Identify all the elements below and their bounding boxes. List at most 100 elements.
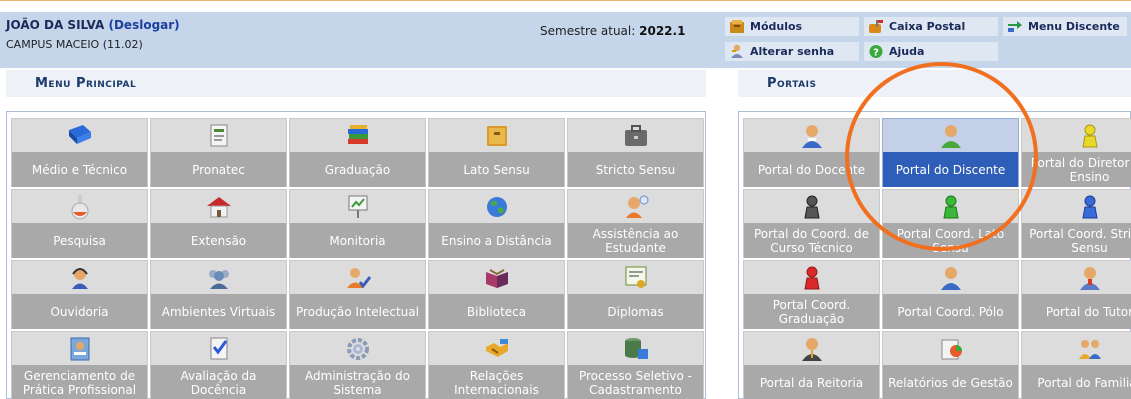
document-icon xyxy=(151,121,286,151)
menu-principal-title: Menu Principal xyxy=(35,76,137,91)
tile-label: Ouvidoria xyxy=(12,294,147,329)
user-icon xyxy=(883,263,1018,293)
tile-label: Ensino a Distância xyxy=(429,223,564,258)
house-icon xyxy=(151,192,286,222)
blue-pawn-icon xyxy=(1022,192,1131,222)
id-card-icon xyxy=(12,334,147,364)
tile-graduacao[interactable]: Graduação xyxy=(289,118,426,187)
book-icon xyxy=(12,121,147,151)
user-key-icon xyxy=(729,44,745,59)
tile-label: Portal do Coord. de Curso Técnico xyxy=(744,223,879,258)
tile-label: Stricto Sensu xyxy=(568,152,703,187)
tile-portal-do-diretor-de-ensino[interactable]: Portal do Diretor de Ensino xyxy=(1021,118,1131,187)
mailbox-icon xyxy=(868,19,884,34)
tile-ambientes-virtuais[interactable]: Ambientes Virtuais xyxy=(150,260,287,329)
tile-label: Portal do Diretor de Ensino xyxy=(1022,152,1131,187)
tile-label: Pesquisa xyxy=(12,223,147,258)
globe-icon xyxy=(429,192,564,222)
modulos-link[interactable]: Módulos xyxy=(725,17,859,36)
tile-avaliacao-da-docencia[interactable]: Avaliação da Docência xyxy=(150,331,287,399)
tile-medio-e-tecnico[interactable]: Médio e Técnico xyxy=(11,118,148,187)
tile-diplomas[interactable]: Diplomas xyxy=(567,260,704,329)
alterar-senha-link[interactable]: Alterar senha xyxy=(725,42,859,61)
help-person-icon xyxy=(568,192,703,222)
tile-ouvidoria[interactable]: Ouvidoria xyxy=(11,260,148,329)
tutor-icon xyxy=(1022,263,1131,293)
tile-label: Gerenciamento de Prática Profissional xyxy=(12,365,147,399)
modulos-label: Módulos xyxy=(750,20,803,33)
tile-label: Portal Coord. Pólo xyxy=(883,294,1018,329)
alterar-senha-label: Alterar senha xyxy=(750,45,835,58)
caixa-postal-label: Caixa Postal xyxy=(889,20,966,33)
tile-label: Graduação xyxy=(290,152,425,187)
tile-portal-coord-stricto-sensu[interactable]: Portal Coord. Stricto Sensu xyxy=(1021,189,1131,258)
tile-producao-intelectual[interactable]: Produção Intelectual xyxy=(289,260,426,329)
menu-swap-icon xyxy=(1007,19,1023,34)
tile-portal-do-docente[interactable]: Portal do Docente xyxy=(743,118,880,187)
menu-discente-link[interactable]: Menu Discente xyxy=(1003,17,1127,36)
user-name: JOÃO DA SILVA xyxy=(6,18,105,32)
ajuda-label: Ajuda xyxy=(889,45,925,58)
tile-label: Avaliação da Docência xyxy=(151,365,286,399)
caixa-postal-link[interactable]: Caixa Postal xyxy=(864,17,998,36)
ajuda-link[interactable]: ? Ajuda xyxy=(864,42,998,61)
tile-ensino-a-distancia[interactable]: Ensino a Distância xyxy=(428,189,565,258)
logout-link[interactable]: (Deslogar) xyxy=(108,18,179,32)
help-icon: ? xyxy=(868,44,884,59)
tile-pronatec[interactable]: Pronatec xyxy=(150,118,287,187)
certificate-icon xyxy=(568,263,703,293)
black-pawn-icon xyxy=(744,192,879,222)
user-check-icon xyxy=(290,263,425,293)
tile-stricto-sensu[interactable]: Stricto Sensu xyxy=(567,118,704,187)
tile-portal-do-tutor[interactable]: Portal do Tutor xyxy=(1021,260,1131,329)
campus-label: CAMPUS MACEIO (11.02) xyxy=(6,38,143,51)
tile-relatorios-de-gestao[interactable]: Relatórios de Gestão xyxy=(882,331,1019,399)
tile-assistencia-ao-estudante[interactable]: Assistência ao Estudante xyxy=(567,189,704,258)
red-pawn-icon xyxy=(744,263,879,293)
tile-extensao[interactable]: Extensão xyxy=(150,189,287,258)
gear-icon xyxy=(290,334,425,364)
tile-gerenciamento-de-pratica-profissional[interactable]: Gerenciamento de Prática Profissional xyxy=(11,331,148,399)
tile-label: Portal Coord. Lato Sensu xyxy=(883,223,1018,258)
tile-label: Relatórios de Gestão xyxy=(883,365,1018,399)
evaluation-form-icon xyxy=(151,334,286,364)
tile-label: Portal do Familiar xyxy=(1022,365,1131,399)
tile-portal-coord-graduacao[interactable]: Portal Coord. Graduação xyxy=(743,260,880,329)
headset-user-icon xyxy=(12,263,147,293)
rector-icon xyxy=(744,334,879,364)
tile-portal-coord-lato-sensu[interactable]: Portal Coord. Lato Sensu xyxy=(882,189,1019,258)
briefcase-icon xyxy=(568,121,703,151)
tile-portal-coord-polo[interactable]: Portal Coord. Pólo xyxy=(882,260,1019,329)
database-icon xyxy=(568,334,703,364)
top-border xyxy=(0,0,1131,12)
tile-label: Relações Internacionais xyxy=(429,365,564,399)
tile-portal-do-discente[interactable]: Portal do Discente xyxy=(882,118,1019,187)
tile-lato-sensu[interactable]: Lato Sensu xyxy=(428,118,565,187)
tile-label: Diplomas xyxy=(568,294,703,329)
tile-label: Lato Sensu xyxy=(429,152,564,187)
tile-portal-do-coord-de-curso-tecnico[interactable]: Portal do Coord. de Curso Técnico xyxy=(743,189,880,258)
tile-monitoria[interactable]: Monitoria xyxy=(289,189,426,258)
green-pawn-icon xyxy=(883,192,1018,222)
open-book-icon xyxy=(429,263,564,293)
student-icon xyxy=(883,121,1018,151)
tile-pesquisa[interactable]: Pesquisa xyxy=(11,189,148,258)
family-icon xyxy=(1022,334,1131,364)
tile-portal-do-familiar[interactable]: Portal do Familiar xyxy=(1021,331,1131,399)
tile-relacoes-internacionais[interactable]: Relações Internacionais xyxy=(428,331,565,399)
tile-label: Administração do Sistema xyxy=(290,365,425,399)
tile-label: Portal Coord. Graduação xyxy=(744,294,879,329)
menu-discente-label: Menu Discente xyxy=(1028,20,1120,33)
users-group-icon xyxy=(151,263,286,293)
tile-processo-seletivo-cadastramento[interactable]: Processo Seletivo - Cadastramento xyxy=(567,331,704,399)
tile-biblioteca[interactable]: Biblioteca xyxy=(428,260,565,329)
tile-label: Portal da Reitoria xyxy=(744,365,879,399)
portais-title: Portais xyxy=(767,76,817,91)
tile-portal-da-reitoria[interactable]: Portal da Reitoria xyxy=(743,331,880,399)
tile-label: Ambientes Virtuais xyxy=(151,294,286,329)
tile-label: Produção Intelectual xyxy=(290,294,425,329)
tile-label: Monitoria xyxy=(290,223,425,258)
tile-administracao-do-sistema[interactable]: Administração do Sistema xyxy=(289,331,426,399)
tile-label: Médio e Técnico xyxy=(12,152,147,187)
modules-icon xyxy=(729,19,745,34)
